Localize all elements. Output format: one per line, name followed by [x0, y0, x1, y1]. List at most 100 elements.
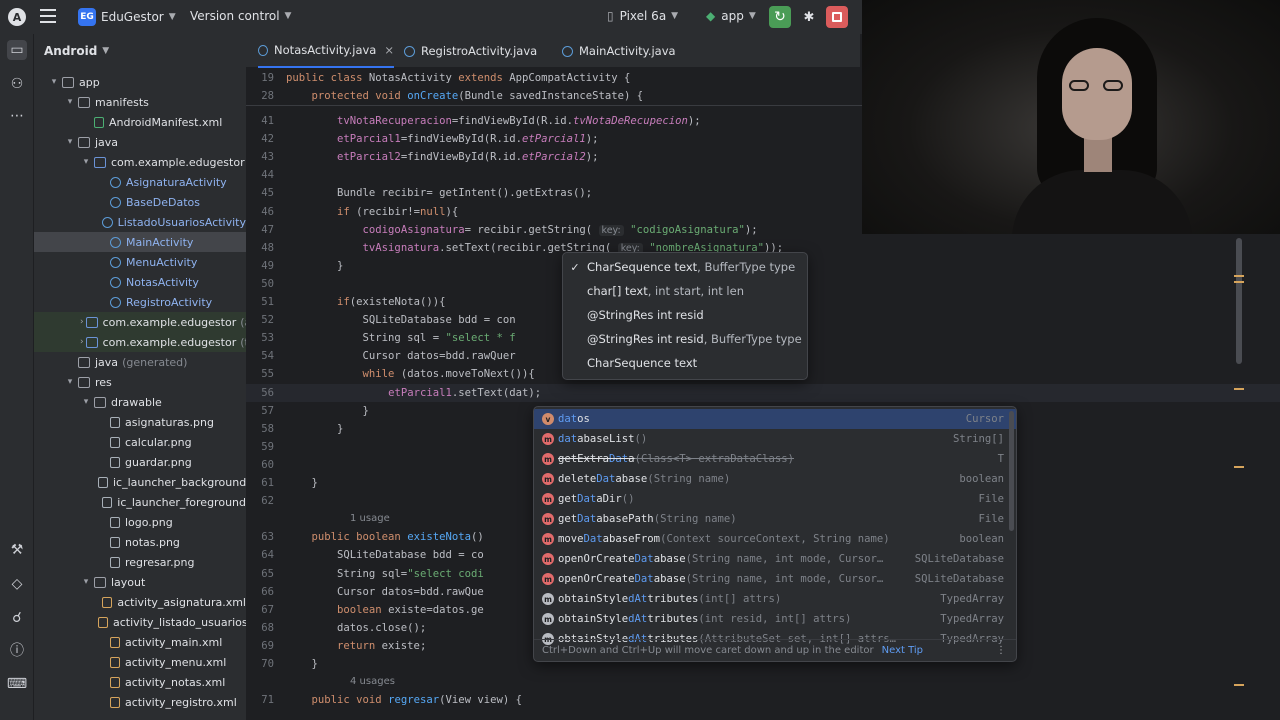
editor-scrollbar[interactable]: [1236, 238, 1242, 364]
project-selector[interactable]: EG EduGestor ▼: [78, 8, 176, 26]
completion-item[interactable]: m moveDatabaseFrom (Context sourceContext,…: [534, 529, 1016, 549]
debug-icon[interactable]: ✱: [799, 6, 819, 28]
apply-changes-icon[interactable]: ↻: [769, 6, 791, 28]
tree-item[interactable]: NotasActivity: [34, 272, 246, 292]
chevron-down-icon[interactable]: ▾: [48, 77, 60, 87]
java-class-icon: [404, 45, 415, 57]
android-studio-logo-icon[interactable]: A: [8, 8, 26, 26]
completion-item[interactable]: m openOrCreateDatabase (String name, int m…: [534, 549, 1016, 569]
tree-item[interactable]: ic_launcher_background: [34, 472, 246, 492]
tree-item[interactable]: ▾ app: [34, 72, 246, 92]
tree-item[interactable]: ▾ manifests: [34, 92, 246, 112]
completion-item[interactable]: m getDataDir() File: [534, 489, 1016, 509]
completion-item[interactable]: m getExtraData (Class<T> extraDataClass) T: [534, 449, 1016, 469]
tree-item[interactable]: java (generated): [34, 352, 246, 372]
project-view-selector[interactable]: Android ▼: [34, 34, 246, 68]
tree-item[interactable]: ListadoUsuariosActivity: [34, 212, 246, 232]
main-menu-icon[interactable]: [40, 9, 56, 23]
tree-item[interactable]: MainActivity: [34, 232, 246, 252]
code-token: =findViewById(R.id.: [400, 133, 522, 146]
completion-scrollbar[interactable]: [1009, 411, 1014, 531]
completion-item[interactable]: m databaseList() String[]: [534, 429, 1016, 449]
more-options-icon[interactable]: ⋮: [996, 645, 1006, 656]
warning-marker[interactable]: [1234, 281, 1244, 283]
tree-item[interactable]: logo.png: [34, 512, 246, 532]
tree-item[interactable]: activity_menu.xml: [34, 652, 246, 672]
resource-manager-icon[interactable]: ⚇: [7, 74, 27, 94]
tree-item[interactable]: AsignaturaActivity: [34, 172, 246, 192]
device-selector[interactable]: ▯ Pixel 6a ▼: [607, 9, 678, 23]
tab-notas-activity[interactable]: NotasActivity.java ×: [258, 34, 394, 68]
chevron-down-icon: ▼: [284, 11, 292, 21]
chevron-down-icon[interactable]: ▾: [64, 377, 76, 387]
tree-item[interactable]: AndroidManifest.xml: [34, 112, 246, 132]
tree-item[interactable]: ▾ java: [34, 132, 246, 152]
tree-item[interactable]: guardar.png: [34, 452, 246, 472]
tree-item[interactable]: ▾ res: [34, 372, 246, 392]
chevron-down-icon[interactable]: ▾: [80, 157, 92, 167]
code-token: =findViewById(R.id.: [451, 115, 574, 127]
warning-marker[interactable]: [1234, 466, 1244, 468]
completion-item[interactable]: m obtainStyledAttributes (int resid, int[]…: [534, 609, 1016, 629]
tree-item[interactable]: ic_launcher_foreground: [34, 492, 246, 512]
chevron-right-icon[interactable]: ›: [80, 337, 84, 347]
version-control-menu[interactable]: Version control ▼: [190, 9, 291, 23]
tree-item[interactable]: asignaturas.png: [34, 412, 246, 432]
completion-item[interactable]: m openOrCreateDatabase (String name, int m…: [534, 569, 1016, 589]
line-number: 47: [261, 223, 274, 236]
tree-item[interactable]: notas.png: [34, 532, 246, 552]
more-tools-icon[interactable]: ⋯: [7, 106, 27, 126]
close-icon[interactable]: ×: [384, 43, 394, 57]
code-line[interactable]: 56 etParcial1.setText(dat);: [246, 383, 1280, 402]
image-file-icon: [102, 496, 113, 508]
tree-item[interactable]: BaseDeDatos: [34, 192, 246, 212]
line-number: 62: [261, 495, 274, 508]
tab-registro-activity[interactable]: RegistroActivity.java: [404, 34, 537, 68]
tree-item[interactable]: ›com.example.edugestor(te: [34, 332, 246, 352]
warning-marker[interactable]: [1234, 275, 1244, 277]
terminal-icon[interactable]: ⌨: [7, 674, 27, 694]
code-line[interactable]: 71 public void regresar(View view) {: [246, 691, 1280, 709]
tree-item[interactable]: activity_asignatura.xml: [34, 592, 246, 612]
warning-marker[interactable]: [1234, 684, 1244, 686]
tree-item[interactable]: activity_main.xml: [34, 632, 246, 652]
usages-hint[interactable]: 1 usage: [350, 510, 390, 528]
app-quality-icon[interactable]: ◇: [7, 574, 27, 594]
build-icon[interactable]: ⚒: [7, 540, 27, 560]
tree-item[interactable]: RegistroActivity: [34, 292, 246, 312]
chevron-down-icon[interactable]: ▾: [80, 397, 92, 407]
tree-item[interactable]: ▾ layout: [34, 572, 246, 592]
tree-item[interactable]: ›com.example.edugestor(a: [34, 312, 246, 332]
chevron-down-icon[interactable]: ▾: [80, 577, 92, 587]
warning-marker[interactable]: [1234, 388, 1244, 390]
next-tip-link[interactable]: Next Tip: [882, 645, 923, 656]
logcat-icon[interactable]: ☌: [7, 608, 27, 628]
tab-main-activity[interactable]: MainActivity.java: [562, 34, 676, 68]
chevron-down-icon[interactable]: ▾: [64, 137, 76, 147]
tree-item[interactable]: regresar.png: [34, 552, 246, 572]
tree-item[interactable]: ▾ drawable: [34, 392, 246, 412]
code-completion-popup[interactable]: v datos Cursor m databaseList() String[] m getE…: [533, 406, 1017, 662]
stop-button[interactable]: [826, 6, 848, 28]
folder-icon: [78, 356, 90, 368]
tree-item[interactable]: MenuActivity: [34, 252, 246, 272]
tree-item[interactable]: calcular.png: [34, 432, 246, 452]
line-number: 58: [261, 422, 274, 435]
completion-item[interactable]: m deleteDatabase (String name) boolean: [534, 469, 1016, 489]
problems-icon[interactable]: ⓘ: [7, 640, 27, 660]
completion-item[interactable]: m getDatabasePath (String name) File: [534, 509, 1016, 529]
code-line[interactable]: 4 usages: [246, 673, 1280, 691]
chevron-down-icon[interactable]: ▾: [64, 97, 76, 107]
code-text: return existe;: [286, 637, 426, 655]
completion-item[interactable]: m obtainStyledAttributes (int[] attrs) Type…: [534, 589, 1016, 609]
tree-item[interactable]: ▾ com.example.edugestor: [34, 152, 246, 172]
run-config-selector[interactable]: ◆ app ▼: [706, 9, 756, 23]
usages-hint[interactable]: 4 usages: [350, 673, 395, 691]
chevron-right-icon[interactable]: ›: [80, 317, 84, 327]
tree-item[interactable]: activity_listado_usuarios: [34, 612, 246, 632]
completion-item[interactable]: v datos Cursor: [534, 409, 1016, 429]
project-folder-icon[interactable]: ▭: [7, 40, 27, 60]
tree-item[interactable]: activity_notas.xml: [34, 672, 246, 692]
tree-item[interactable]: activity_registro.xml: [34, 692, 246, 712]
